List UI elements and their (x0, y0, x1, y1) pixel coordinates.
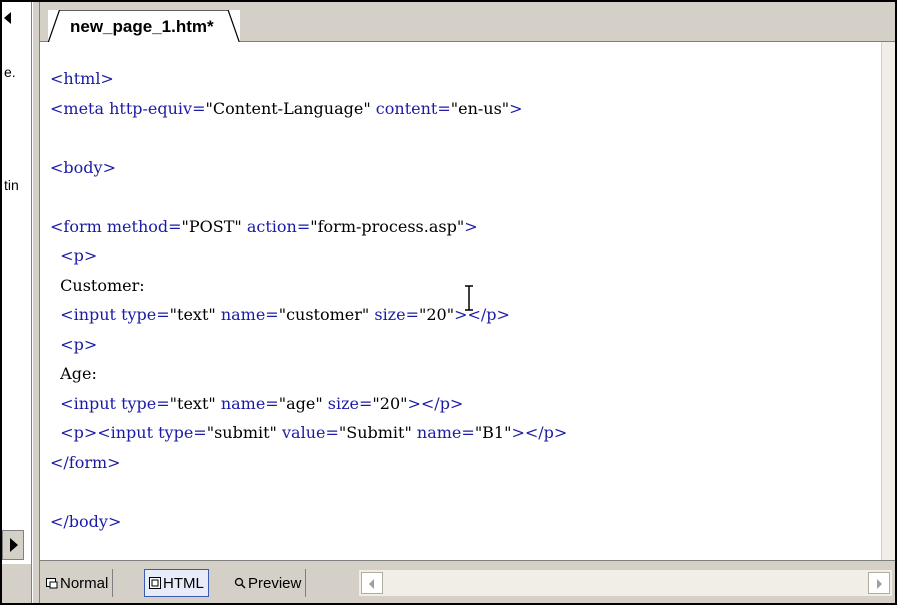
preview-view-label: Preview (248, 574, 302, 592)
tab-normal-view[interactable]: Normal (42, 569, 114, 597)
panel-fragment-2: tin (4, 177, 19, 193)
html-tag-token: action= (241, 216, 311, 236)
editor-window: e. tin new_page_1.htm* <html> <meta http-… (0, 0, 897, 605)
attribute-value-token: "text" (169, 393, 216, 413)
code-line[interactable]: </form> (50, 448, 567, 478)
code-line[interactable]: <body> (50, 153, 567, 183)
folder-list-panel: e. tin (2, 2, 32, 603)
html-tag-token: > (464, 216, 478, 236)
scroll-right-button[interactable] (868, 572, 890, 594)
tab-preview-view[interactable]: Preview (230, 569, 307, 597)
html-tag-token: </form> (50, 452, 121, 472)
code-line[interactable]: <meta http-equiv="Content-Language" cont… (50, 94, 567, 124)
html-tag-token: size= (369, 305, 419, 324)
html-tag-token: size= (322, 393, 373, 413)
text-cursor-icon (465, 285, 473, 311)
attribute-value-token: "Submit" (338, 423, 412, 442)
html-tag-token: </body> (50, 511, 122, 531)
attribute-value-token: "submit" (206, 423, 277, 442)
html-tag-token: <html> (50, 69, 114, 88)
text-token: Age: (50, 364, 97, 383)
code-line[interactable]: Customer: (50, 271, 567, 301)
code-line[interactable] (50, 477, 567, 507)
panel-scroll-left-icon[interactable] (4, 12, 11, 24)
html-tag-token: <input type= (60, 393, 170, 413)
code-line[interactable]: <p> (50, 241, 567, 271)
attribute-value-token: "customer" (278, 305, 370, 324)
preview-magnifier-icon (234, 577, 246, 589)
attribute-value-token: "text" (169, 305, 216, 324)
html-tag-token: name= (215, 393, 279, 413)
attribute-value-token: "en-us" (450, 98, 510, 118)
html-view-icon (149, 577, 161, 589)
chevron-left-icon (369, 579, 374, 589)
html-tag-token: <meta http-equiv= (50, 98, 206, 118)
code-line[interactable]: Age: (50, 359, 567, 389)
code-line[interactable]: <p> (50, 330, 567, 360)
panel-fragment-1: e. (4, 64, 16, 80)
html-tag-token: name= (411, 423, 475, 442)
attribute-value-token: "POST" (181, 216, 242, 236)
code-line[interactable]: <p><input type="submit" value="Submit" n… (50, 418, 567, 448)
html-tag-token: <p> (60, 334, 98, 354)
panel-bottom (2, 564, 31, 603)
code-line[interactable]: <form method="POST" action="form-process… (50, 212, 567, 242)
html-tag-token: > (509, 98, 523, 118)
vertical-scrollbar[interactable] (881, 42, 895, 560)
html-tag-token: name= (215, 305, 279, 324)
attribute-value-token: "20" (418, 305, 455, 324)
html-tag-token: value= (276, 423, 339, 442)
code-line[interactable]: <input type="text" name="customer" size=… (50, 300, 567, 330)
view-tab-bar: Normal HTML Preview (40, 560, 895, 603)
horizontal-scrollbar[interactable] (358, 569, 893, 597)
code-line[interactable] (50, 123, 567, 153)
normal-view-label: Normal (60, 574, 109, 592)
code-line[interactable]: <html> (50, 64, 567, 94)
attribute-value-token: "age" (278, 393, 323, 413)
code-line[interactable]: <input type="text" name="age" size="20">… (50, 389, 567, 419)
code-line[interactable] (50, 182, 567, 212)
attribute-value-token: "form-process.asp" (310, 216, 465, 236)
html-tag-token: <p> (60, 246, 98, 265)
html-tag-token: <form method= (50, 216, 182, 236)
attribute-value-token: "Content-Language" (205, 98, 371, 118)
tab-label: new_page_1.htm* (70, 17, 214, 36)
panel-splitter[interactable] (32, 2, 40, 603)
tab-new-page-1[interactable]: new_page_1.htm* (48, 10, 240, 43)
html-tag-token: <input type= (60, 305, 170, 324)
attribute-value-token: "20" (372, 393, 408, 413)
attribute-value-token: "B1" (474, 423, 512, 442)
document-tab-strip: new_page_1.htm* (40, 2, 895, 43)
code-line[interactable]: </body> (50, 507, 567, 537)
html-tag-token: ></p> (511, 423, 568, 442)
html-tag-token: ></p> (407, 393, 464, 413)
code-area[interactable]: <html> <meta http-equiv="Content-Language… (50, 64, 567, 536)
tab-html-view[interactable]: HTML (144, 569, 209, 597)
panel-scroll-right-button[interactable] (2, 530, 24, 560)
triangle-right-icon (10, 538, 18, 552)
text-token: Customer: (50, 275, 145, 295)
html-view-label: HTML (163, 574, 204, 592)
scroll-left-button[interactable] (361, 572, 383, 594)
html-tag-token: content= (370, 98, 451, 118)
chevron-right-icon (877, 579, 882, 589)
html-tag-token: <p><input type= (60, 423, 207, 442)
normal-view-icon (46, 578, 58, 589)
html-tag-token: <body> (50, 157, 116, 177)
